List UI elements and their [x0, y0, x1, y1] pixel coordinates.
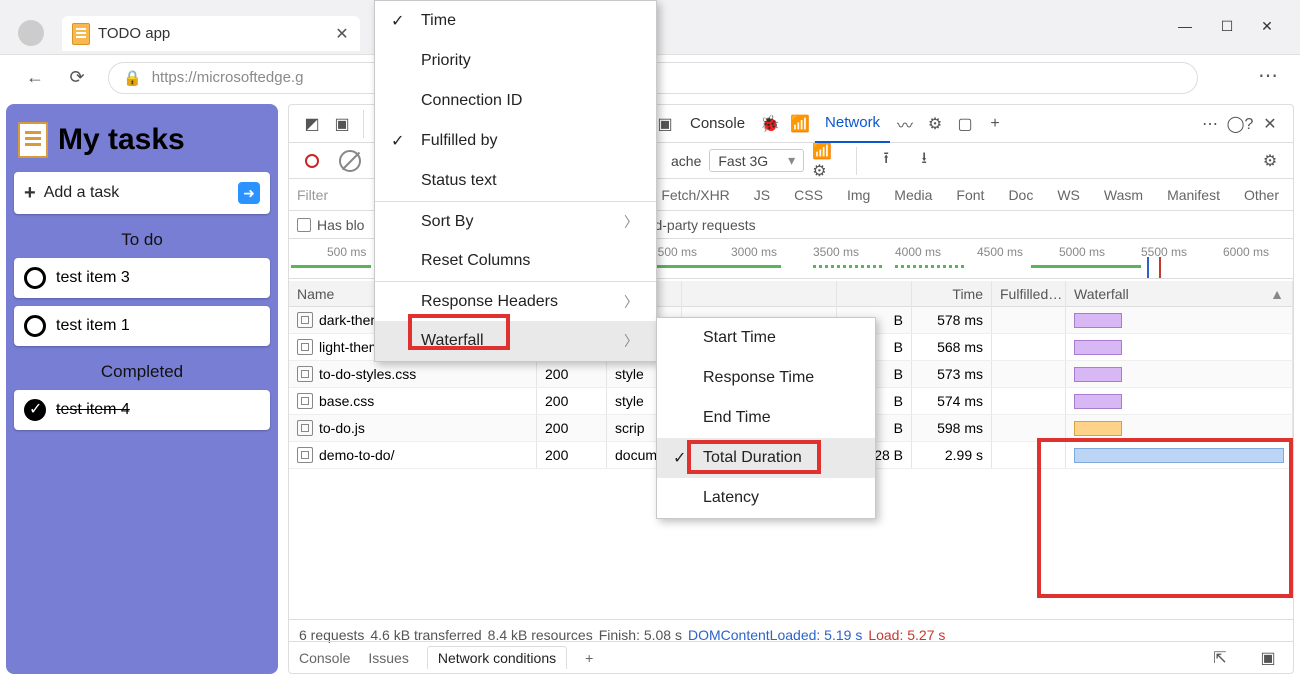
submenu-start-time[interactable]: Start Time [657, 318, 875, 358]
download-icon[interactable]: ⭳ [909, 146, 939, 176]
col-size[interactable] [837, 281, 912, 307]
menu-priority[interactable]: Priority [375, 41, 656, 81]
notes-icon [18, 122, 48, 158]
section-todo: To do [14, 230, 270, 250]
col-initiator[interactable] [682, 281, 837, 307]
filter-css[interactable]: CSS [788, 186, 829, 204]
app-pane: My tasks + Add a task ➜ To do test item … [6, 104, 278, 674]
submenu-response-time[interactable]: Response Time [657, 358, 875, 398]
drawer-dock-icon[interactable]: ▣ [1253, 643, 1283, 673]
inspect-icon[interactable]: ◩ [297, 109, 327, 139]
file-icon [297, 420, 313, 436]
browser-menu-icon[interactable]: ⋯ [1258, 63, 1278, 88]
plus-icon: + [24, 182, 36, 205]
file-icon [297, 393, 313, 409]
wifi-icon: 📶 [785, 109, 815, 139]
menu-status-text[interactable]: Status text [375, 161, 656, 201]
checkbox-checked-icon[interactable] [24, 399, 46, 421]
task-item[interactable]: test item 1 [14, 306, 270, 346]
filter-js[interactable]: JS [748, 186, 776, 204]
devtools-close-icon[interactable]: ✕ [1255, 109, 1285, 139]
more-icon[interactable]: ⋯ [1195, 109, 1225, 139]
add-task-label: Add a task [44, 184, 120, 202]
menu-fulfilled-by[interactable]: ✓Fulfilled by [375, 121, 656, 161]
tab-console[interactable]: Console [680, 105, 755, 143]
help-icon[interactable]: ◯? [1225, 109, 1255, 139]
tab-title: TODO app [98, 25, 334, 42]
filter-fetch[interactable]: Fetch/XHR [655, 186, 735, 204]
add-tab-icon[interactable]: + [980, 109, 1010, 139]
app-heading: My tasks [18, 122, 266, 158]
filter-wasm[interactable]: Wasm [1098, 186, 1149, 204]
submenu-total-duration[interactable]: ✓Total Duration [657, 438, 875, 478]
submit-icon[interactable]: ➜ [238, 182, 260, 204]
filter-img[interactable]: Img [841, 186, 876, 204]
settings-gear-icon[interactable]: ⚙ [920, 109, 950, 139]
window-maximize-icon[interactable]: ☐ [1210, 18, 1244, 44]
device-icon[interactable]: ▣ [327, 109, 357, 139]
drawer: Console Issues Network conditions + ⇱ ▣ [289, 641, 1293, 673]
has-blocked-label: Has blo [317, 217, 364, 233]
clear-icon[interactable] [335, 146, 365, 176]
filter-media[interactable]: Media [888, 186, 938, 204]
drawer-console[interactable]: Console [299, 650, 350, 666]
checkbox-icon[interactable] [24, 315, 46, 337]
submenu-latency[interactable]: Latency [657, 478, 875, 518]
window-close-icon[interactable]: ✕ [1250, 18, 1284, 44]
filter-input[interactable]: Filter [297, 187, 345, 203]
bug-icon[interactable]: 🐞 [755, 109, 785, 139]
file-icon [297, 447, 313, 463]
drawer-netconditions[interactable]: Network conditions [427, 646, 567, 669]
filter-other[interactable]: Other [1238, 186, 1285, 204]
menu-response-headers[interactable]: Response Headers〉 [375, 281, 656, 321]
menu-connection-id[interactable]: Connection ID [375, 81, 656, 121]
window-minimize-icon[interactable]: — [1168, 18, 1202, 44]
menu-sort-by[interactable]: Sort By〉 [375, 201, 656, 241]
menu-time[interactable]: ✓Time [375, 1, 656, 41]
lock-icon: 🔒 [123, 69, 142, 87]
col-waterfall[interactable]: Waterfall▲ [1066, 281, 1293, 307]
refresh-icon[interactable]: ⟳ [64, 65, 90, 91]
section-completed: Completed [14, 362, 270, 382]
file-icon [297, 339, 313, 355]
filter-ws[interactable]: WS [1051, 186, 1086, 204]
menu-waterfall[interactable]: Waterfall〉 [375, 321, 656, 361]
tab-network[interactable]: Network [815, 105, 890, 143]
col-time[interactable]: Time [912, 281, 992, 307]
add-task-input[interactable]: + Add a task ➜ [14, 172, 270, 214]
tab-favicon [72, 23, 90, 45]
col-fulfilled[interactable]: Fulfilled… [992, 281, 1066, 307]
task-item-done[interactable]: test item 4 [14, 390, 270, 430]
task-item[interactable]: test item 3 [14, 258, 270, 298]
browser-tab[interactable]: TODO app ✕ [62, 16, 360, 51]
url-text: https://microsoftedge.g [152, 69, 304, 86]
drawer-issues[interactable]: Issues [368, 650, 408, 666]
filter-manifest[interactable]: Manifest [1161, 186, 1226, 204]
submenu-end-time[interactable]: End Time [657, 398, 875, 438]
file-icon [297, 312, 313, 328]
file-icon [297, 366, 313, 382]
record-icon[interactable] [297, 146, 327, 176]
third-party-label: d-party requests [654, 217, 755, 233]
header-context-menu[interactable]: ✓Time Priority Connection ID ✓Fulfilled … [374, 0, 657, 362]
checkbox-icon[interactable] [297, 218, 311, 232]
drawer-add-icon[interactable]: + [585, 650, 593, 666]
filter-doc[interactable]: Doc [1002, 186, 1039, 204]
filter-font[interactable]: Font [950, 186, 990, 204]
cache-label: ache [671, 153, 701, 169]
app-icon[interactable]: ▢ [950, 109, 980, 139]
offline-wifi-icon[interactable]: 📶⚙ [812, 146, 842, 176]
tab-close-icon[interactable]: ✕ [334, 24, 350, 44]
checkbox-icon[interactable] [24, 267, 46, 289]
throttle-select[interactable]: Fast 3G▾ [709, 149, 804, 172]
profile-avatar[interactable] [18, 20, 44, 46]
network-settings-icon[interactable]: ⚙ [1255, 146, 1285, 176]
drawer-expand-icon[interactable]: ⇱ [1205, 643, 1235, 673]
upload-icon[interactable]: ⭱ [871, 146, 901, 176]
waterfall-submenu[interactable]: Start Time Response Time End Time ✓Total… [656, 317, 876, 519]
back-icon[interactable]: ← [22, 65, 48, 91]
performance-icon[interactable]: 〰 [890, 109, 920, 139]
menu-reset-columns[interactable]: Reset Columns [375, 241, 656, 281]
